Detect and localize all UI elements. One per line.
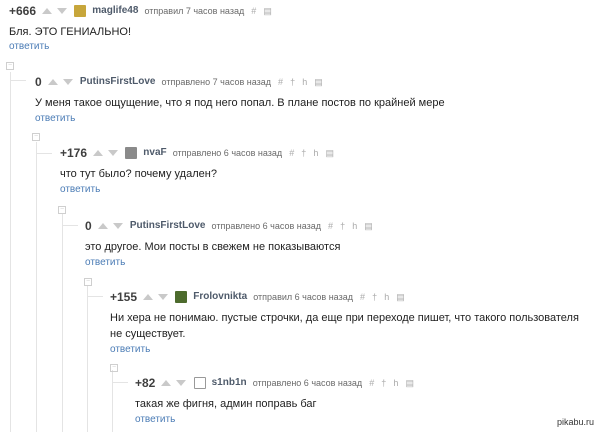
avatar[interactable] bbox=[193, 377, 206, 390]
comment-text: это другое. Мои посты в свежем не показы… bbox=[85, 241, 341, 253]
comment-rating: +82 bbox=[135, 376, 156, 391]
comment-text: что тут было? почему удален? bbox=[60, 168, 217, 180]
pin-icon[interactable]: † bbox=[290, 75, 295, 89]
collapse-toggle[interactable]: − bbox=[6, 62, 14, 70]
comment-text: Бля. ЭТО ГЕНИАЛЬНО! bbox=[9, 26, 132, 38]
collapse-toggle[interactable]: − bbox=[32, 133, 40, 141]
collapse-toggle[interactable]: − bbox=[58, 206, 66, 214]
vote-down-icon[interactable] bbox=[176, 380, 187, 387]
vote-up-icon[interactable] bbox=[42, 8, 53, 15]
vote-down-icon[interactable] bbox=[57, 8, 68, 15]
timestamp: отправлено 7 часов назад bbox=[161, 77, 271, 88]
thread-line bbox=[112, 370, 113, 432]
thread-connector bbox=[62, 225, 78, 226]
username[interactable]: nvaF bbox=[143, 146, 166, 160]
thread-line bbox=[62, 213, 63, 432]
pin-icon[interactable]: † bbox=[340, 219, 345, 233]
vote-down-icon[interactable] bbox=[112, 223, 123, 230]
comment-text: такая же фигня, админ поправь баг bbox=[135, 398, 317, 410]
timestamp: отправлено 6 часов назад bbox=[211, 221, 321, 232]
pin-icon[interactable]: † bbox=[372, 290, 377, 304]
reply-link[interactable]: ответить bbox=[110, 344, 150, 355]
reply-icon[interactable]: h bbox=[384, 290, 389, 304]
save-icon[interactable]: ▤ bbox=[314, 75, 323, 89]
username[interactable]: PutinsFirstLove bbox=[80, 75, 156, 89]
collapse-toggle[interactable]: − bbox=[84, 278, 92, 286]
username[interactable]: Frolovnikta bbox=[193, 290, 247, 304]
username[interactable]: maglife48 bbox=[92, 4, 138, 18]
reply-link[interactable]: ответить bbox=[35, 113, 75, 124]
comment-rating: +666 bbox=[9, 4, 37, 19]
timestamp: отправлено 6 часов назад bbox=[172, 148, 283, 159]
vote-up-icon[interactable] bbox=[47, 79, 58, 86]
save-icon[interactable]: ▤ bbox=[364, 219, 373, 233]
collapse-toggle[interactable]: − bbox=[110, 364, 118, 372]
timestamp: отправлено 6 часов назад bbox=[252, 378, 363, 389]
avatar[interactable] bbox=[175, 291, 188, 304]
pin-icon[interactable]: † bbox=[301, 146, 306, 160]
comment-rating: 0 bbox=[85, 219, 92, 234]
username[interactable]: s1nb1n bbox=[212, 376, 247, 390]
reply-link[interactable]: ответить bbox=[9, 41, 49, 52]
avatar[interactable] bbox=[125, 147, 138, 160]
reply-link[interactable]: ответить bbox=[60, 184, 100, 195]
comment-text: У меня такое ощущение, что я под него по… bbox=[35, 97, 445, 109]
vote-up-icon[interactable] bbox=[97, 223, 108, 230]
vote-up-icon[interactable] bbox=[161, 380, 172, 387]
watermark: pikabu.ru bbox=[556, 417, 594, 427]
vote-down-icon[interactable] bbox=[158, 294, 169, 301]
pin-icon[interactable]: † bbox=[381, 376, 386, 390]
hash-icon[interactable]: # bbox=[251, 4, 256, 18]
thread-connector bbox=[112, 382, 128, 383]
thread-line bbox=[36, 142, 37, 432]
thread-connector bbox=[87, 296, 103, 297]
reply-icon[interactable]: h bbox=[393, 376, 398, 390]
username[interactable]: PutinsFirstLove bbox=[130, 219, 206, 233]
save-icon[interactable]: ▤ bbox=[325, 146, 334, 160]
thread-line bbox=[10, 72, 11, 432]
comment-text: Ни хера не понимаю. пустые строчки, да е… bbox=[110, 312, 579, 340]
hash-icon[interactable]: # bbox=[289, 146, 294, 160]
vote-down-icon[interactable] bbox=[108, 150, 119, 157]
thread-connector bbox=[36, 153, 52, 154]
reply-link[interactable]: ответить bbox=[135, 414, 175, 425]
hash-icon[interactable]: # bbox=[278, 75, 283, 89]
reply-icon[interactable]: h bbox=[313, 146, 318, 160]
timestamp: отправил 6 часов назад bbox=[253, 292, 353, 303]
save-icon[interactable]: ▤ bbox=[396, 290, 405, 304]
save-icon[interactable]: ▤ bbox=[405, 376, 414, 390]
reply-link[interactable]: ответить bbox=[85, 257, 125, 268]
hash-icon[interactable]: # bbox=[360, 290, 365, 304]
comment-rating: 0 bbox=[35, 75, 42, 90]
thread-connector bbox=[10, 80, 26, 81]
save-icon[interactable]: ▤ bbox=[263, 4, 272, 18]
timestamp: отправил 7 часов назад bbox=[144, 6, 245, 17]
vote-up-icon[interactable] bbox=[93, 150, 104, 157]
vote-up-icon[interactable] bbox=[143, 294, 154, 301]
vote-down-icon[interactable] bbox=[62, 79, 73, 86]
avatar[interactable] bbox=[74, 5, 87, 18]
comment-rating: +155 bbox=[110, 290, 138, 305]
hash-icon[interactable]: # bbox=[369, 376, 374, 390]
hash-icon[interactable]: # bbox=[328, 219, 333, 233]
thread-line bbox=[87, 285, 88, 432]
reply-icon[interactable]: h bbox=[302, 75, 307, 89]
reply-icon[interactable]: h bbox=[352, 219, 357, 233]
comment-rating: +176 bbox=[60, 146, 88, 161]
